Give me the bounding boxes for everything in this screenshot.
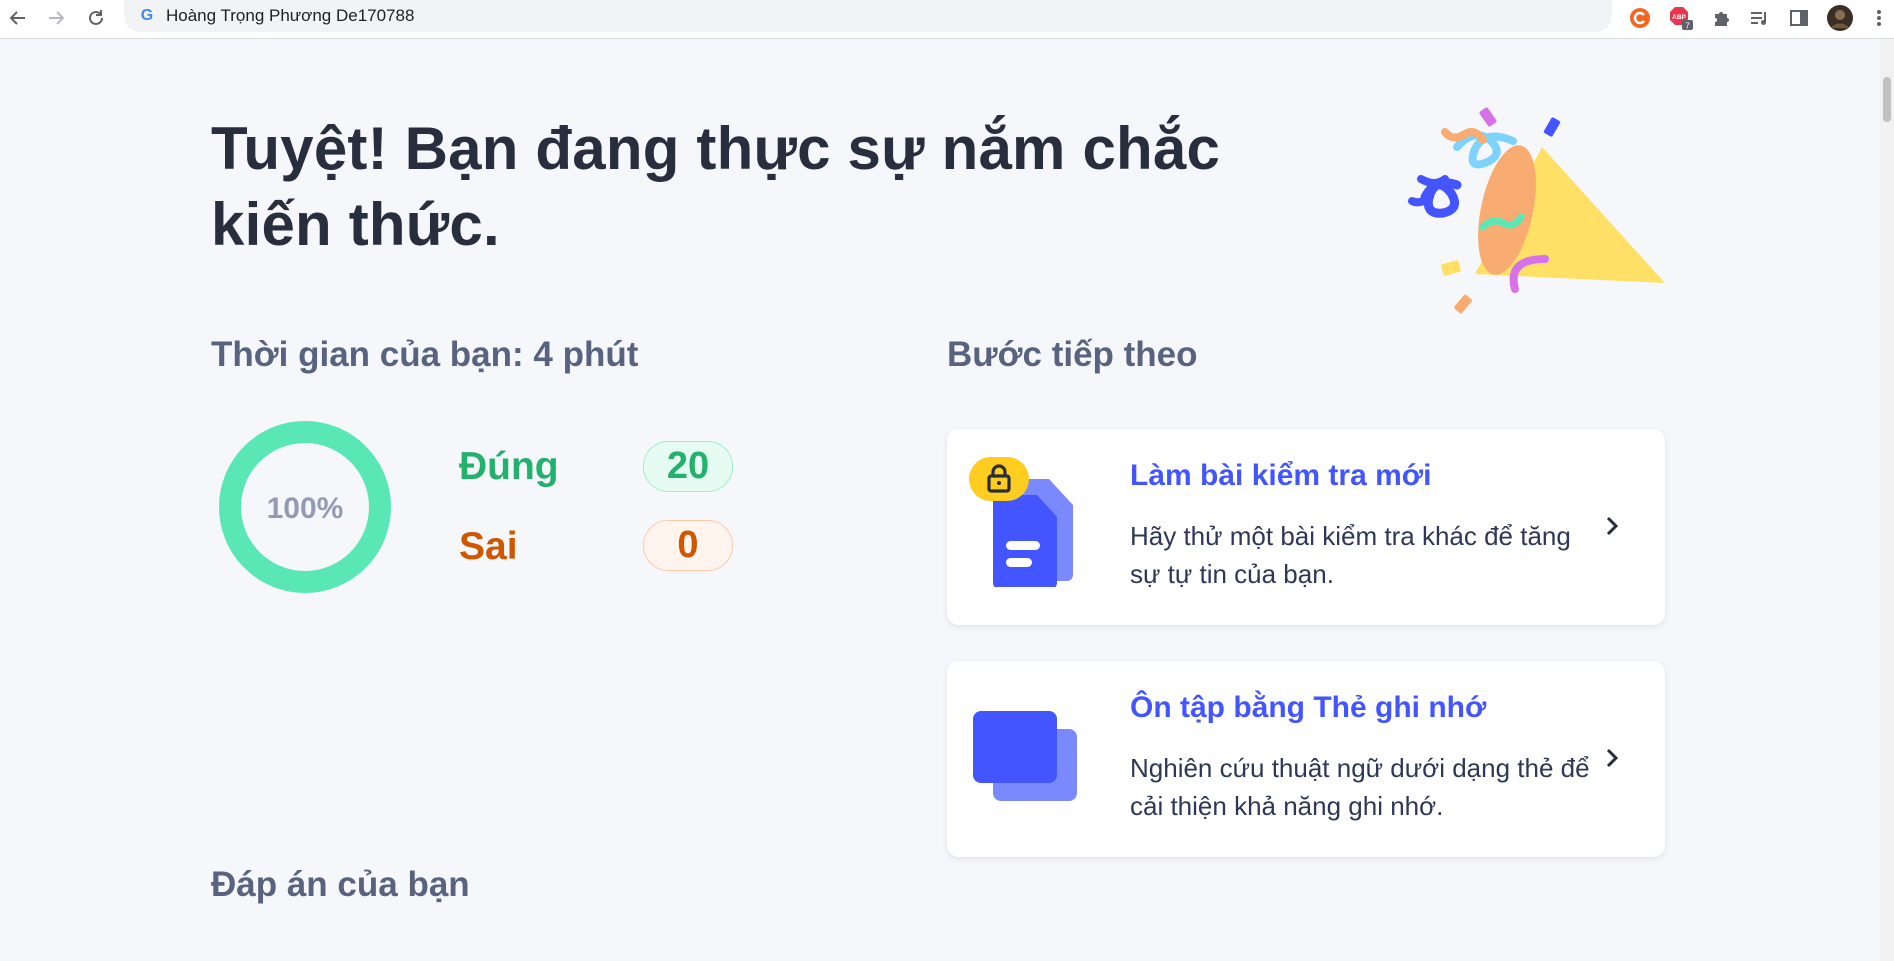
- extensions-puzzle-icon[interactable]: [1708, 5, 1734, 31]
- adblock-icon[interactable]: ABP 7: [1668, 5, 1694, 31]
- reading-list-icon[interactable]: [1746, 5, 1772, 31]
- answers-title: Đáp án của bạn: [211, 865, 470, 904]
- forward-icon[interactable]: [42, 4, 70, 32]
- wrong-label: Sai: [459, 525, 518, 568]
- wrong-count-badge: 0: [643, 520, 733, 571]
- address-text: Hoàng Trọng Phương De170788: [166, 6, 415, 25]
- flashcards-card[interactable]: Ôn tập bằng Thẻ ghi nhớ Nghiên cứu thuật…: [947, 661, 1665, 857]
- flashcards-description: Nghiên cứu thuật ngữ dưới dạng thẻ để cả…: [1130, 753, 1590, 821]
- score-ring-chart: 100%: [219, 421, 391, 593]
- new-test-card[interactable]: Làm bài kiểm tra mới Hãy thử một bài kiể…: [947, 429, 1665, 625]
- chrome-menu-icon[interactable]: [1866, 5, 1892, 31]
- flashcards-title: Ôn tập bằng Thẻ ghi nhớ: [1130, 691, 1487, 724]
- google-icon: G: [140, 7, 154, 24]
- chevron-right-icon[interactable]: [1597, 743, 1627, 773]
- chevron-right-icon[interactable]: [1597, 511, 1627, 541]
- adblock-label: ABP: [1672, 14, 1686, 21]
- results-page: Tuyệt! Bạn đang thực sự nắm chắc kiến th…: [0, 39, 1894, 961]
- new-test-description: Hãy thử một bài kiểm tra khác để tăng sự…: [1130, 521, 1571, 589]
- back-icon[interactable]: [4, 4, 32, 32]
- page-scrollbar[interactable]: [1880, 39, 1894, 961]
- next-steps-title: Bước tiếp theo: [947, 335, 1198, 374]
- correct-label: Đúng: [459, 445, 559, 488]
- browser-toolbar: G Hoàng Trọng Phương De170788 ABP 7: [0, 0, 1894, 39]
- result-headline: Tuyệt! Bạn đang thực sự nắm chắc kiến th…: [211, 111, 1291, 263]
- score-percent: 100%: [267, 492, 344, 525]
- extension-c-icon[interactable]: [1627, 5, 1653, 31]
- new-test-title: Làm bài kiểm tra mới: [1130, 459, 1432, 492]
- time-title: Thời gian của bạn: 4 phút: [211, 335, 639, 374]
- adblock-count: 7: [1685, 22, 1690, 31]
- flashcards-icon: [973, 711, 1077, 801]
- side-panel-icon[interactable]: [1786, 5, 1812, 31]
- profile-avatar[interactable]: [1827, 5, 1853, 31]
- locked-test-icon: [969, 457, 1073, 587]
- address-bar[interactable]: G Hoàng Trọng Phương De170788: [124, 0, 1612, 32]
- correct-count-badge: 20: [643, 441, 733, 492]
- party-popper-icon: [1408, 107, 1665, 314]
- reload-icon[interactable]: [82, 4, 110, 32]
- headline-line-1: Tuyệt! Bạn đang thực sự nắm chắc: [211, 115, 1221, 182]
- scrollbar-thumb[interactable]: [1883, 77, 1891, 122]
- headline-line-2: kiến thức.: [211, 191, 500, 258]
